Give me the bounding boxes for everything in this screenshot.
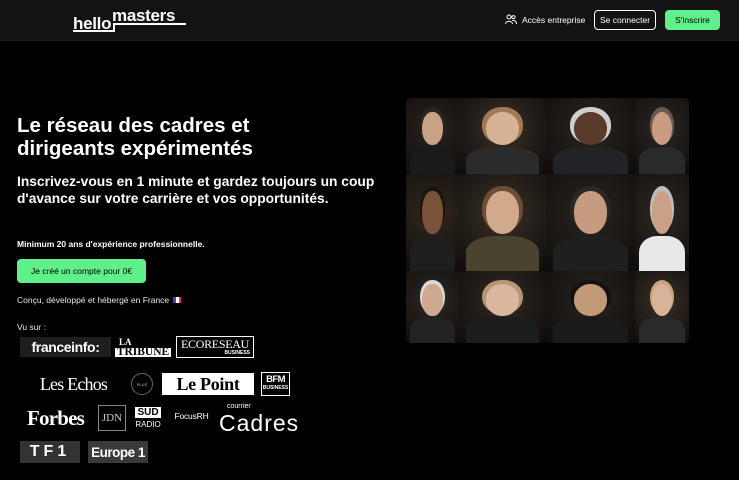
sud-radio-logo: SUD RADIO <box>133 405 163 431</box>
portrait-face <box>573 111 608 146</box>
portrait-body <box>553 236 628 271</box>
portrait-body <box>465 146 540 174</box>
franceinfo-logo: franceinfo: <box>20 337 111 357</box>
french-flag-icon <box>173 297 182 303</box>
entreprise-access-label: Accès entreprise <box>522 15 586 25</box>
top-nav-bar: hello masters Accès entreprise Se connec… <box>0 0 739 41</box>
portrait-face <box>651 111 673 146</box>
bfm-logo-top: BFM <box>266 374 285 385</box>
portrait-photo <box>546 271 635 343</box>
portrait-face <box>485 283 520 316</box>
ecoreseau-logo: ECORESEAU BUSINESS <box>176 336 254 358</box>
portrait-body <box>553 317 628 343</box>
focusrh-logo: FocusRH <box>174 411 209 421</box>
hero-subtitle: Inscrivez-vous en 1 minute et gardez tou… <box>17 174 375 206</box>
hero-title: Le réseau des cadres et dirigeants expér… <box>17 114 253 160</box>
portrait-body <box>553 146 628 174</box>
portrait-photo <box>406 271 459 343</box>
portrait-photo <box>635 174 689 271</box>
circle-press-logo: PLUS <box>131 373 153 395</box>
courrier-cadres-logo-bottom: Cadres <box>219 410 300 436</box>
hellomasters-logo[interactable]: hello masters <box>73 6 187 33</box>
jdn-logo: JDN <box>98 405 126 431</box>
logo-underline <box>73 30 113 32</box>
portrait-photo <box>635 98 689 174</box>
seen-on-label: Vu sur : <box>17 322 46 332</box>
people-icon <box>505 14 517 27</box>
experience-requirement: Minimum 20 ans d'expérience professionne… <box>17 239 205 249</box>
portrait-body <box>465 317 540 343</box>
tf1-logo: TF1 <box>20 441 80 463</box>
portrait-face <box>485 191 520 235</box>
courrier-cadres-logo: courrier Cadres <box>219 403 298 435</box>
entreprise-access-link[interactable]: Accès entreprise <box>505 13 585 27</box>
ecoreseau-logo-top: ECORESEAU <box>181 337 249 351</box>
portrait-body <box>639 317 685 343</box>
portrait-face <box>651 191 673 235</box>
portrait-body <box>639 236 685 271</box>
portrait-face <box>573 191 608 235</box>
la-tribune-logo-bottom: TRIBUNE <box>114 345 172 358</box>
portrait-photo <box>546 174 635 271</box>
portrait-photo <box>546 98 635 174</box>
portrait-photo <box>459 174 546 271</box>
bfm-business-logo: BFM BUSINESS <box>261 372 290 396</box>
signup-button[interactable]: S'inscrire <box>665 10 720 30</box>
portrait-photo <box>459 98 546 174</box>
made-in-france-label: Conçu, développé et hébergé en France <box>17 295 170 305</box>
bfm-logo-bottom: BUSINESS <box>262 385 289 391</box>
portrait-grid <box>406 98 689 343</box>
portrait-face <box>422 191 443 235</box>
portrait-body <box>410 236 455 271</box>
portrait-face <box>422 111 443 146</box>
logo-overline <box>113 23 186 25</box>
portrait-photo <box>406 98 459 174</box>
forbes-logo: Forbes <box>26 405 85 430</box>
portrait-body <box>465 236 540 271</box>
portrait-body <box>410 317 455 343</box>
sud-radio-logo-bottom: RADIO <box>135 419 161 429</box>
made-in-france-text: Conçu, développé et hébergé en France <box>17 295 182 305</box>
portrait-face <box>651 283 673 316</box>
portrait-face <box>573 283 608 316</box>
le-point-logo: Le Point <box>162 373 254 395</box>
portrait-face <box>422 283 443 316</box>
europe1-logo: Europe 1 <box>88 441 148 463</box>
les-echos-logo: Les Echos <box>39 373 108 394</box>
portrait-photo <box>459 271 546 343</box>
login-button[interactable]: Se connecter <box>594 10 656 30</box>
ecoreseau-logo-bottom: BUSINESS <box>224 350 250 356</box>
sud-radio-logo-top: SUD <box>135 406 161 418</box>
portrait-photo <box>635 271 689 343</box>
portrait-body <box>410 146 455 174</box>
portrait-photo <box>406 174 459 271</box>
portrait-face <box>485 111 520 146</box>
la-tribune-logo: LA TRIBUNE <box>114 336 172 358</box>
portrait-body <box>639 146 685 174</box>
create-account-button[interactable]: Je créé un compte pour 0€ <box>17 259 146 283</box>
